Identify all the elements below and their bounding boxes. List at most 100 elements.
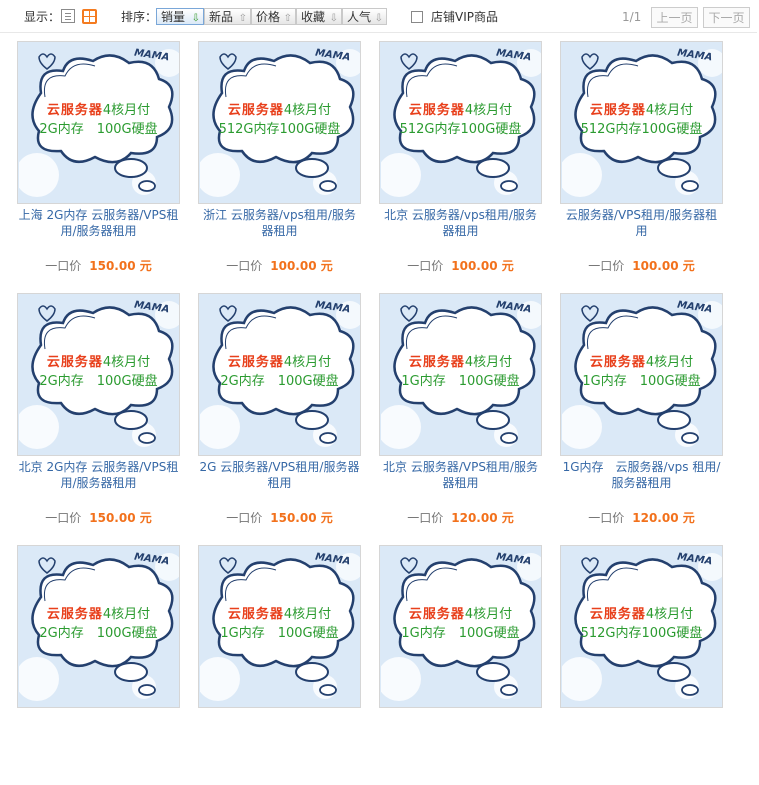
image-headline-plan: 4核月付 (464, 607, 513, 622)
vip-label[interactable]: 店铺VIP商品 (431, 0, 498, 32)
image-headline: 云服务器4核月付 (380, 99, 541, 118)
product-image[interactable]: MAMA 云服务器4核月付 2G内存 100G硬盘 (198, 293, 361, 456)
product-image[interactable]: MAMA 云服务器4核月付 512G内存100G硬盘 (198, 41, 361, 204)
sort-button-label: 新品 (209, 10, 234, 24)
image-spec: 2G内存 100G硬盘 (220, 374, 339, 389)
price-value: 150.00 元 (89, 511, 152, 525)
product-card[interactable]: MAMA 云服务器4核月付 1G内存 100G硬盘 (198, 545, 361, 785)
product-title[interactable]: 2G 云服务器/VPS租用/服务器租用 (198, 459, 361, 491)
image-headline-server: 云服务器 (589, 103, 646, 118)
product-image[interactable]: MAMA 云服务器4核月付 1G内存 100G硬盘 (379, 545, 542, 708)
image-headline-server: 云服务器 (227, 355, 284, 370)
image-headline: 云服务器4核月付 (199, 603, 360, 622)
price-label: 一口价 (407, 259, 444, 273)
image-headline-server: 云服务器 (589, 355, 646, 370)
product-card[interactable]: MAMA 云服务器4核月付 2G内存 100G硬盘 2G 云服务器/VPS租用/服务器… (198, 293, 361, 533)
product-title[interactable]: 北京 云服务器/vps租用/服务器租用 (379, 207, 542, 239)
prev-page-button[interactable]: 上一页 (651, 7, 698, 28)
product-card[interactable]: MAMA 云服务器4核月付 512G内存100G硬盘 北京 云服务器/vps租用/服务… (379, 41, 542, 281)
image-headline-server: 云服务器 (408, 103, 465, 118)
image-spec: 2G内存 100G硬盘 (39, 122, 158, 137)
image-headline: 云服务器4核月付 (18, 99, 179, 118)
sort-arrow-icon: ⇩ (191, 13, 200, 24)
sort-arrow-icon: ⇩ (374, 13, 383, 24)
sort-button[interactable]: 人气 ⇩ (342, 8, 387, 25)
price-value: 100.00 元 (451, 259, 514, 273)
image-spec: 512G内存100G硬盘 (218, 122, 341, 137)
product-card[interactable]: MAMA 云服务器4核月付 1G内存 100G硬盘 (379, 545, 542, 785)
image-headline: 云服务器4核月付 (561, 351, 722, 370)
image-headline: 云服务器4核月付 (380, 603, 541, 622)
image-headline-plan: 4核月付 (283, 607, 332, 622)
product-image[interactable]: MAMA 云服务器4核月付 1G内存 100G硬盘 (379, 293, 542, 456)
product-price: 一口价 150.00 元 (17, 257, 180, 274)
sort-arrow-icon: ⇧ (238, 13, 247, 24)
image-headline-server: 云服务器 (46, 103, 103, 118)
image-headline-server: 云服务器 (408, 607, 465, 622)
product-price: 一口价 100.00 元 (198, 257, 361, 274)
sort-button[interactable]: 销量 ⇩ (156, 8, 204, 25)
price-value: 120.00 元 (451, 511, 514, 525)
price-label: 一口价 (588, 259, 625, 273)
image-headline: 云服务器4核月付 (561, 99, 722, 118)
sort-label: 排序： (121, 10, 158, 24)
sort-arrow-icon: ⇧ (283, 13, 292, 24)
image-spec: 512G内存100G硬盘 (580, 626, 703, 641)
image-headline: 云服务器4核月付 (199, 99, 360, 118)
sort-button-label: 价格 (256, 10, 281, 24)
image-headline-plan: 4核月付 (102, 355, 151, 370)
product-image[interactable]: MAMA 云服务器4核月付 1G内存 100G硬盘 (198, 545, 361, 708)
product-card[interactable]: MAMA 云服务器4核月付 512G内存100G硬盘 (560, 545, 723, 785)
image-spec: 2G内存 100G硬盘 (39, 626, 158, 641)
product-image[interactable]: MAMA 云服务器4核月付 512G内存100G硬盘 (560, 41, 723, 204)
product-card[interactable]: MAMA 云服务器4核月付 512G内存100G硬盘 云服务器/VPS租用/服务器租用… (560, 41, 723, 281)
price-label: 一口价 (407, 511, 444, 525)
product-image[interactable]: MAMA 云服务器4核月付 512G内存100G硬盘 (560, 545, 723, 708)
vip-checkbox[interactable] (411, 11, 423, 23)
product-image[interactable]: MAMA 云服务器4核月付 2G内存 100G硬盘 (17, 545, 180, 708)
image-spec: 2G内存 100G硬盘 (39, 374, 158, 389)
image-spec: 1G内存 100G硬盘 (401, 626, 520, 641)
product-card[interactable]: MAMA 云服务器4核月付 1G内存 100G硬盘 北京 云服务器/VPS租用/服务器… (379, 293, 542, 533)
product-price: 一口价 120.00 元 (379, 509, 542, 526)
sort-button[interactable]: 新品 ⇧ (204, 8, 251, 25)
sort-arrow-icon: ⇩ (329, 13, 338, 24)
product-card[interactable]: MAMA 云服务器4核月付 2G内存 100G硬盘 (17, 545, 180, 785)
product-title[interactable]: 云服务器/VPS租用/服务器租用 (560, 207, 723, 239)
toolbar: 显示： 排序： 销量 ⇩ 新品 ⇧ 价格 ⇧ 收藏 ⇩ 人气 ⇩ 店铺VIP商品 1/1 上一页 … (0, 0, 757, 33)
product-price: 一口价 150.00 元 (198, 509, 361, 526)
image-headline-server: 云服务器 (227, 607, 284, 622)
image-headline: 云服务器4核月付 (199, 351, 360, 370)
product-title[interactable]: 浙江 云服务器/vps租用/服务器租用 (198, 207, 361, 239)
product-card[interactable]: MAMA 云服务器4核月付 2G内存 100G硬盘 上海 2G内存 云服务器/VPS租… (17, 41, 180, 281)
product-image[interactable]: MAMA 云服务器4核月付 2G内存 100G硬盘 (17, 41, 180, 204)
image-headline-plan: 4核月付 (102, 607, 151, 622)
grid-view-icon[interactable] (82, 9, 97, 24)
display-label: 显示： (24, 10, 61, 24)
image-headline: 云服务器4核月付 (18, 351, 179, 370)
product-card[interactable]: MAMA 云服务器4核月付 512G内存100G硬盘 浙江 云服务器/vps租用/服务… (198, 41, 361, 281)
product-title[interactable]: 1G内存 云服务器/vps 租用/服务器租用 (560, 459, 723, 491)
sort-button-label: 人气 (347, 10, 372, 24)
sort-button-label: 销量 (161, 10, 186, 24)
next-page-button[interactable]: 下一页 (703, 7, 750, 28)
product-image[interactable]: MAMA 云服务器4核月付 2G内存 100G硬盘 (17, 293, 180, 456)
price-value: 100.00 元 (632, 259, 695, 273)
image-headline-server: 云服务器 (46, 607, 103, 622)
product-title[interactable]: 北京 云服务器/VPS租用/服务器租用 (379, 459, 542, 491)
price-label: 一口价 (226, 259, 263, 273)
sort-button-label: 收藏 (301, 10, 326, 24)
price-label: 一口价 (45, 259, 82, 273)
product-image[interactable]: MAMA 云服务器4核月付 512G内存100G硬盘 (379, 41, 542, 204)
list-view-icon[interactable] (61, 9, 75, 23)
product-title[interactable]: 北京 2G内存 云服务器/VPS租用/服务器租用 (17, 459, 180, 491)
product-title[interactable]: 上海 2G内存 云服务器/VPS租用/服务器租用 (17, 207, 180, 239)
price-label: 一口价 (226, 511, 263, 525)
product-image[interactable]: MAMA 云服务器4核月付 1G内存 100G硬盘 (560, 293, 723, 456)
product-card[interactable]: MAMA 云服务器4核月付 1G内存 100G硬盘 1G内存 云服务器/vps 租用/… (560, 293, 723, 533)
image-headline: 云服务器4核月付 (561, 603, 722, 622)
sort-button[interactable]: 收藏 ⇩ (296, 8, 342, 25)
product-card[interactable]: MAMA 云服务器4核月付 2G内存 100G硬盘 北京 2G内存 云服务器/VPS租… (17, 293, 180, 533)
product-price: 一口价 150.00 元 (17, 509, 180, 526)
sort-button[interactable]: 价格 ⇧ (251, 8, 296, 25)
